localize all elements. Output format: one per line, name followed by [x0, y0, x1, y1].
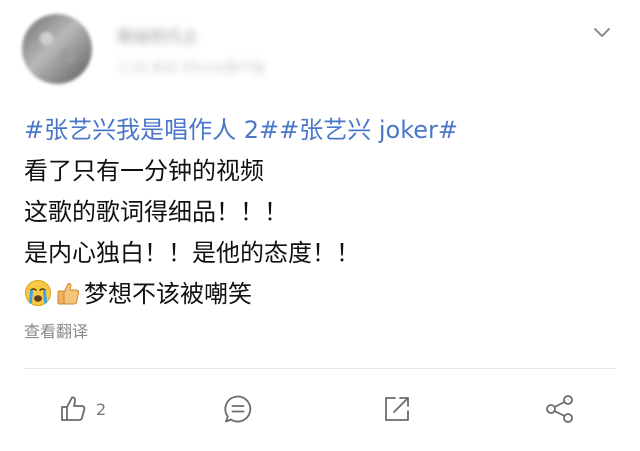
post-card: 粉丝的凡士 2·18 来自 iPhone客户端 #张艺兴我是唱作人 2##张艺兴…: [0, 0, 640, 451]
thumbs-up-icon: [54, 279, 82, 307]
like-icon: [58, 394, 88, 424]
repost-icon: [382, 394, 412, 424]
like-button[interactable]: 2: [58, 392, 106, 426]
chevron-down-icon[interactable]: [592, 22, 612, 42]
hashtag-link[interactable]: #张艺兴 joker#: [279, 116, 458, 144]
comment-icon: [222, 393, 254, 425]
repost-button[interactable]: [382, 392, 412, 426]
translate-link[interactable]: 查看翻译: [24, 318, 88, 342]
user-name[interactable]: 粉丝的凡士: [118, 26, 248, 48]
post-line: 这歌的歌词得细品！！！: [24, 198, 288, 226]
post-line: 是内心独白！！是他的态度！！: [24, 239, 360, 267]
action-bar: 2: [0, 370, 640, 451]
post-line-hashtags: #张艺兴我是唱作人 2##张艺兴 joker#: [24, 110, 614, 151]
post-line: 看了只有一分钟的视频: [24, 157, 264, 185]
avatar[interactable]: [22, 14, 92, 84]
post-content: #张艺兴我是唱作人 2##张艺兴 joker# 看了只有一分钟的视频 这歌的歌词…: [24, 110, 614, 315]
comment-button[interactable]: [222, 392, 254, 426]
crying-face-icon: [24, 279, 52, 307]
like-count: 2: [96, 399, 107, 419]
post-meta: 2·18 来自 iPhone客户端: [118, 61, 265, 76]
hashtag-link[interactable]: #张艺兴我是唱作人 2#: [24, 116, 279, 144]
post-line-text: 梦想不该被嘲笑: [84, 280, 252, 308]
divider: [24, 368, 616, 369]
post-line-emoji: 梦想不该被嘲笑: [24, 274, 614, 315]
share-button[interactable]: [544, 392, 576, 426]
share-icon: [544, 393, 576, 425]
